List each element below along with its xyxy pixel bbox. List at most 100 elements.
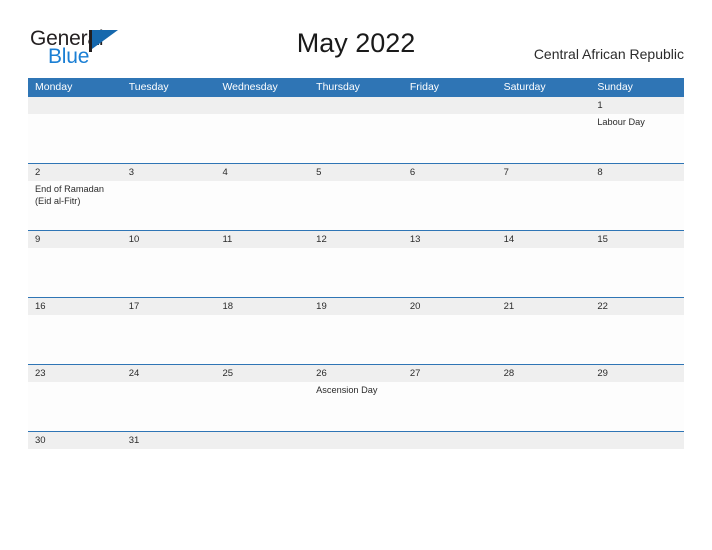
date-cell[interactable]: 29 bbox=[590, 365, 684, 382]
event-cell-empty bbox=[215, 315, 309, 365]
page-header: General Blue May 2022 Central African Re… bbox=[0, 0, 712, 78]
event-cell-empty bbox=[28, 382, 122, 432]
event-cell[interactable]: Ascension Day bbox=[309, 382, 403, 432]
date-cell[interactable]: 3 bbox=[122, 164, 216, 181]
week-event-band: Labour Day bbox=[28, 114, 684, 164]
date-cell[interactable]: 31 bbox=[122, 432, 216, 449]
date-cell[interactable]: 23 bbox=[28, 365, 122, 382]
calendar-week-row: 1 Labour Day bbox=[28, 96, 684, 164]
event-cell-empty bbox=[122, 114, 216, 164]
weekday-thursday: Thursday bbox=[316, 81, 360, 93]
date-cell[interactable]: 5 bbox=[309, 164, 403, 181]
event-cell-empty bbox=[590, 248, 684, 298]
event-label: Ascension Day bbox=[316, 385, 378, 395]
weekday-friday: Friday bbox=[409, 81, 440, 93]
date-cell[interactable]: 20 bbox=[403, 298, 497, 315]
date-cell[interactable]: 19 bbox=[309, 298, 403, 315]
week-date-band: 9 10 11 12 13 14 15 bbox=[28, 231, 684, 248]
event-cell-empty bbox=[215, 114, 309, 164]
date-cell[interactable]: 6 bbox=[403, 164, 497, 181]
date-cell[interactable]: 22 bbox=[590, 298, 684, 315]
week-event-band bbox=[28, 248, 684, 298]
weekday-header-row: Monday Tuesday Wednesday Thursday Friday… bbox=[28, 78, 684, 96]
date-cell[interactable]: 27 bbox=[403, 365, 497, 382]
weekday-sunday: Sunday bbox=[597, 81, 633, 93]
event-cell-empty bbox=[309, 315, 403, 365]
date-cell[interactable]: 4 bbox=[215, 164, 309, 181]
calendar-week-row: 23 24 25 26 27 28 29 Ascension Day bbox=[28, 364, 684, 432]
week-event-band: Ascension Day bbox=[28, 382, 684, 432]
date-cell-empty bbox=[403, 97, 497, 114]
date-cell-empty bbox=[122, 97, 216, 114]
event-cell-empty bbox=[309, 114, 403, 164]
event-cell-empty bbox=[497, 382, 591, 432]
event-cell[interactable]: End of Ramadan (Eid al-Fitr) bbox=[28, 181, 122, 231]
date-cell[interactable]: 16 bbox=[28, 298, 122, 315]
calendar-week-row: 9 10 11 12 13 14 15 bbox=[28, 230, 684, 298]
date-cell[interactable]: 11 bbox=[215, 231, 309, 248]
date-cell[interactable]: 7 bbox=[497, 164, 591, 181]
date-cell[interactable]: 24 bbox=[122, 365, 216, 382]
week-date-band: 2345678 bbox=[28, 164, 684, 181]
event-cell-empty bbox=[403, 382, 497, 432]
weekday-wednesday: Wednesday bbox=[222, 81, 278, 93]
date-cell-empty bbox=[403, 432, 497, 449]
event-cell-empty bbox=[28, 315, 122, 365]
event-cell-empty bbox=[497, 114, 591, 164]
date-cell-empty bbox=[28, 97, 122, 114]
event-label: End of Ramadan bbox=[35, 184, 104, 194]
week-event-band: End of Ramadan (Eid al-Fitr) bbox=[28, 181, 684, 231]
event-cell-empty bbox=[403, 248, 497, 298]
date-cell[interactable]: 17 bbox=[122, 298, 216, 315]
weekday-tuesday: Tuesday bbox=[128, 81, 169, 93]
calendar-week-row: 16 17 18 19 20 21 22 bbox=[28, 297, 684, 365]
date-cell[interactable]: 13 bbox=[403, 231, 497, 248]
date-cell[interactable]: 1 bbox=[590, 97, 684, 114]
date-cell[interactable]: 25 bbox=[215, 365, 309, 382]
date-cell[interactable]: 8 bbox=[590, 164, 684, 181]
date-cell-empty bbox=[215, 97, 309, 114]
event-label: (Eid al-Fitr) bbox=[35, 195, 81, 206]
event-cell-empty bbox=[122, 382, 216, 432]
calendar-weeks: 1 Labour Day 2 3 4 5 6 7 8 End of Ramadan (Eid al-… bbox=[28, 96, 684, 453]
week-date-band: 23 24 25 26 27 28 29 bbox=[28, 365, 684, 382]
event-cell-empty bbox=[28, 248, 122, 298]
date-cell-empty bbox=[497, 432, 591, 449]
event-cell-empty bbox=[403, 315, 497, 365]
date-cell[interactable]: 12 bbox=[309, 231, 403, 248]
date-cell-empty bbox=[497, 97, 591, 114]
week-date-band: 16 17 18 19 20 21 22 bbox=[28, 298, 684, 315]
event-cell-empty bbox=[28, 114, 122, 164]
date-cell[interactable]: 26 bbox=[309, 365, 403, 382]
date-cell[interactable]: 21 bbox=[497, 298, 591, 315]
event-cell-empty bbox=[122, 248, 216, 298]
date-cell[interactable]: 30 bbox=[28, 432, 122, 449]
date-cell[interactable]: 18 bbox=[215, 298, 309, 315]
event-cell-empty bbox=[590, 315, 684, 365]
event-cell-empty bbox=[309, 248, 403, 298]
country-label: Central African Republic bbox=[533, 46, 684, 62]
date-cell[interactable]: 2 bbox=[28, 164, 122, 181]
calendar-grid: Monday Tuesday Wednesday Thursday Friday… bbox=[28, 78, 684, 453]
date-cell-empty bbox=[309, 97, 403, 114]
weekday-monday: Monday bbox=[35, 81, 73, 93]
date-cell[interactable]: 28 bbox=[497, 365, 591, 382]
date-cell[interactable]: 10 bbox=[122, 231, 216, 248]
event-cell-empty bbox=[590, 382, 684, 432]
week-date-band: 1 bbox=[28, 97, 684, 114]
date-cell[interactable]: 9 bbox=[28, 231, 122, 248]
event-cell[interactable]: Labour Day bbox=[590, 114, 684, 164]
event-cell-empty bbox=[497, 181, 591, 231]
date-cell[interactable]: 15 bbox=[590, 231, 684, 248]
event-cell-empty bbox=[403, 114, 497, 164]
event-cell-empty bbox=[497, 248, 591, 298]
date-cell[interactable]: 14 bbox=[497, 231, 591, 248]
event-cell-empty bbox=[403, 181, 497, 231]
calendar-week-row: 30 31 bbox=[28, 431, 684, 453]
event-cell-empty bbox=[309, 181, 403, 231]
week-date-band: 30 31 bbox=[28, 432, 684, 449]
date-cell-empty bbox=[309, 432, 403, 449]
event-cell-empty bbox=[122, 181, 216, 231]
event-cell-empty bbox=[590, 181, 684, 231]
event-cell-empty bbox=[497, 315, 591, 365]
